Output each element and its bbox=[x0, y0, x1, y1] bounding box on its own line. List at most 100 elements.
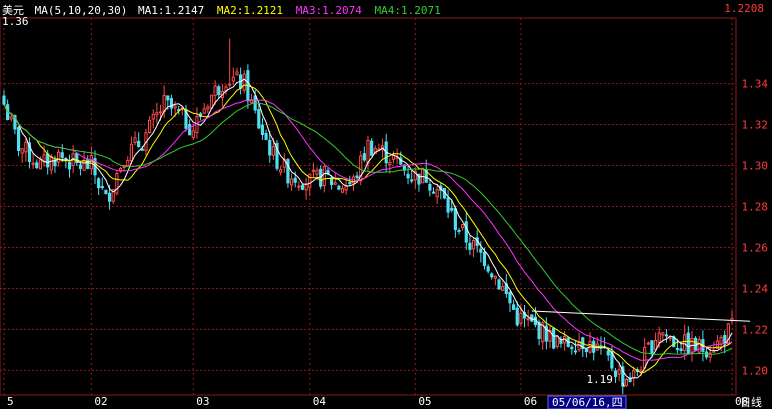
candle-up bbox=[712, 350, 716, 353]
y-tick-label: 1.22 bbox=[742, 323, 769, 336]
candle-up bbox=[668, 337, 672, 340]
candle-up bbox=[151, 113, 155, 120]
candle-down bbox=[60, 152, 64, 158]
candle-down bbox=[100, 185, 104, 189]
candle-down bbox=[188, 123, 192, 136]
candle-up bbox=[526, 318, 530, 321]
candle-up bbox=[158, 111, 163, 114]
candle-up bbox=[129, 143, 133, 162]
candle-down bbox=[337, 185, 341, 190]
y-tick-label: 1.26 bbox=[742, 241, 769, 254]
candle-down bbox=[67, 162, 72, 170]
y-tick-label: 1.20 bbox=[742, 364, 769, 377]
candle-down bbox=[293, 177, 297, 183]
candle-up bbox=[162, 95, 166, 113]
candle-up bbox=[683, 334, 687, 352]
candle-up bbox=[471, 240, 476, 250]
candle-down bbox=[479, 248, 483, 253]
candle-up bbox=[617, 369, 621, 375]
candle-down bbox=[450, 207, 454, 211]
candle-down bbox=[490, 273, 494, 278]
candle-down bbox=[35, 162, 39, 169]
candle-up bbox=[213, 85, 217, 97]
candle-down bbox=[606, 350, 610, 356]
candle-down bbox=[166, 95, 170, 101]
candle-up bbox=[661, 332, 665, 336]
candle-down bbox=[431, 191, 436, 194]
candle-down bbox=[300, 184, 305, 190]
candle-up bbox=[657, 332, 661, 343]
y-tick-label: 1.30 bbox=[742, 160, 769, 173]
candle-up bbox=[57, 151, 61, 163]
candle-up bbox=[624, 379, 629, 387]
candle-down bbox=[107, 192, 112, 202]
candle-up bbox=[279, 169, 283, 173]
candle-down bbox=[482, 251, 487, 267]
candle-down bbox=[486, 266, 490, 272]
candle-up bbox=[311, 169, 315, 172]
candle-up bbox=[653, 340, 658, 350]
candle-down bbox=[694, 337, 698, 351]
candle-down bbox=[723, 335, 727, 344]
candle-down bbox=[46, 153, 50, 168]
candle-up bbox=[333, 182, 337, 185]
candle-up bbox=[82, 160, 86, 171]
candle-down bbox=[675, 348, 679, 351]
x-tick-label: 04 bbox=[313, 395, 327, 408]
candle-up bbox=[639, 369, 643, 373]
candle-up bbox=[304, 184, 308, 191]
candle-down bbox=[140, 148, 144, 151]
candle-up bbox=[308, 173, 312, 188]
candle-up bbox=[555, 335, 559, 348]
candles bbox=[2, 38, 734, 395]
candle-up bbox=[38, 159, 42, 170]
y-tick-label: 1.32 bbox=[742, 119, 769, 132]
candle-up bbox=[20, 148, 24, 154]
candle-down bbox=[512, 304, 516, 310]
y-tick-label: 1.24 bbox=[742, 282, 769, 295]
candle-down bbox=[348, 182, 352, 185]
candle-up bbox=[49, 155, 53, 171]
y-tick-label: 1.28 bbox=[742, 201, 769, 214]
candle-up bbox=[202, 108, 206, 114]
resistance-trendline bbox=[531, 310, 751, 322]
candle-up bbox=[31, 162, 35, 165]
candle-down bbox=[97, 178, 101, 189]
candle-down bbox=[679, 348, 683, 351]
candle-up bbox=[366, 139, 370, 164]
candle-up bbox=[242, 73, 246, 91]
candle-up bbox=[646, 342, 650, 345]
candle-up bbox=[435, 189, 439, 198]
period-label: 日线 bbox=[740, 395, 762, 409]
cursor-date-label: 05/06/16,四 bbox=[552, 396, 623, 409]
ma1-value: MA1:1.2147 bbox=[137, 4, 205, 17]
candle-up bbox=[297, 185, 301, 188]
candle-down bbox=[570, 346, 574, 350]
candle-up bbox=[322, 166, 326, 186]
candle-up bbox=[632, 370, 636, 379]
candle-down bbox=[584, 348, 588, 353]
candle-down bbox=[515, 307, 519, 326]
candle-down bbox=[497, 279, 501, 290]
candle-up bbox=[493, 275, 497, 279]
candle-down bbox=[286, 159, 290, 184]
candle-down bbox=[457, 229, 461, 232]
candle-up bbox=[697, 339, 701, 353]
candle-up bbox=[421, 167, 425, 184]
candle-down bbox=[464, 221, 468, 243]
candle-down bbox=[664, 334, 669, 337]
x-tick-label: 02 bbox=[94, 395, 107, 408]
candle-up bbox=[391, 154, 396, 160]
chart-header: 美元 MA(5,10,20,30) MA1:1.2147 MA2:1.2121 … bbox=[2, 2, 441, 18]
ma2-value: MA2:1.2121 bbox=[216, 4, 284, 17]
candle-down bbox=[78, 164, 83, 169]
candle-up bbox=[173, 105, 177, 109]
last-price: 1.2208 bbox=[724, 2, 764, 15]
x-tick-label: 5 bbox=[7, 395, 14, 408]
ma-params: MA(5,10,20,30) bbox=[34, 4, 128, 17]
candle-up bbox=[209, 94, 214, 109]
candlestick-chart[interactable]: 1.20 1.22 1.24 1.26 1.28 1.30 1.32 1.34 5 02 03 04 0… bbox=[0, 0, 772, 409]
candle-up bbox=[206, 106, 210, 110]
candle-up bbox=[388, 161, 392, 165]
candle-up bbox=[235, 71, 239, 76]
